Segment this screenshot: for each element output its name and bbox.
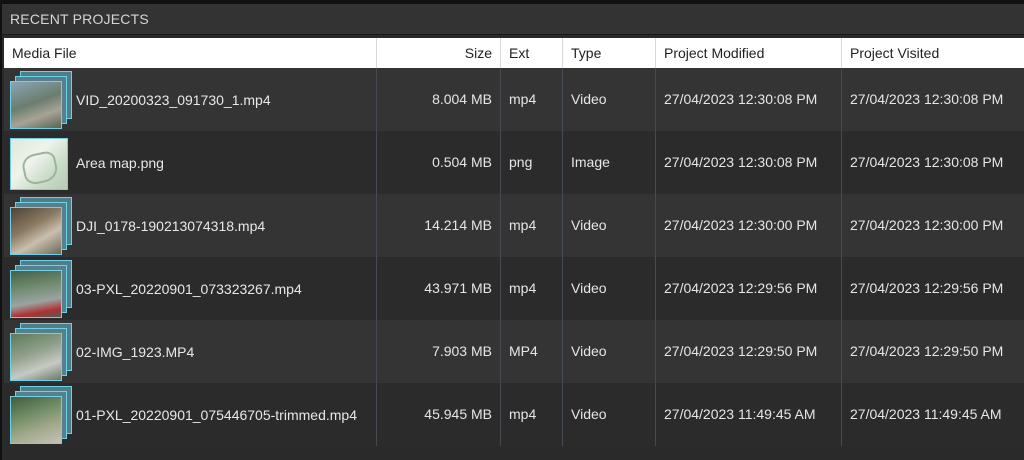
file-ext: mp4	[501, 68, 563, 131]
table-header: Media File Size Ext Type Project Modifie…	[4, 38, 1024, 68]
project-modified: 27/04/2023 12:30:08 PM	[656, 68, 842, 131]
file-type: Video	[563, 320, 656, 383]
project-visited: 27/04/2023 12:30:08 PM	[850, 91, 1004, 107]
project-visited: 27/04/2023 12:29:56 PM	[850, 280, 1004, 296]
file-size: 8.004 MB	[377, 68, 501, 131]
file-name: DJI_0178-190213074318.mp4	[76, 217, 266, 234]
file-size: 43.971 MB	[377, 257, 501, 320]
file-name: 01-PXL_20220901_075446705-trimmed.mp4	[76, 406, 357, 423]
project-modified: 27/04/2023 12:30:00 PM	[656, 194, 842, 257]
project-visited: 27/04/2023 12:29:50 PM	[850, 343, 1004, 359]
table-row[interactable]: DJI_0178-190213074318.mp4 14.214 MB mp4 …	[4, 194, 1024, 257]
video-stack-icon	[10, 70, 72, 129]
file-type: Image	[563, 131, 656, 194]
image-thumbnail-icon	[10, 134, 72, 192]
file-type: Video	[563, 383, 656, 446]
media-file-cell: VID_20200323_091730_1.mp4	[4, 68, 377, 131]
column-header-project-visited[interactable]: Project Visited	[842, 38, 1024, 68]
table-row[interactable]: Area map.png 0.504 MB png Image 27/04/20…	[4, 131, 1024, 194]
project-modified: 27/04/2023 12:29:50 PM	[656, 320, 842, 383]
column-header-ext[interactable]: Ext	[501, 38, 563, 68]
media-file-cell: 02-IMG_1923.MP4	[4, 320, 377, 383]
video-stack-icon	[10, 196, 72, 255]
file-type: Video	[563, 194, 656, 257]
media-file-cell: Area map.png	[4, 131, 377, 194]
media-file-cell: DJI_0178-190213074318.mp4	[4, 194, 377, 257]
file-ext: mp4	[501, 257, 563, 320]
column-header-type[interactable]: Type	[563, 38, 656, 68]
file-size: 0.504 MB	[377, 131, 501, 194]
recent-projects-panel: RECENT PROJECTS Media File Size Ext Type…	[0, 0, 1024, 460]
project-visited: 27/04/2023 12:30:00 PM	[850, 217, 1004, 233]
file-name: 03-PXL_20220901_073323267.mp4	[76, 280, 302, 297]
media-file-cell: 03-PXL_20220901_073323267.mp4	[4, 257, 377, 320]
table-row[interactable]: 01-PXL_20220901_075446705-trimmed.mp4 45…	[4, 383, 1024, 446]
column-header-size[interactable]: Size	[377, 38, 501, 68]
table-row[interactable]: 02-IMG_1923.MP4 7.903 MB MP4 Video 27/04…	[4, 320, 1024, 383]
video-stack-icon	[10, 322, 72, 381]
column-header-media-file[interactable]: Media File	[4, 38, 377, 68]
file-ext: mp4	[501, 194, 563, 257]
table-row[interactable]: 03-PXL_20220901_073323267.mp4 43.971 MB …	[4, 257, 1024, 320]
file-size: 14.214 MB	[377, 194, 501, 257]
file-size: 45.945 MB	[377, 383, 501, 446]
video-stack-icon	[10, 259, 72, 318]
file-ext: mp4	[501, 383, 563, 446]
project-visited: 27/04/2023 12:30:08 PM	[850, 154, 1004, 170]
panel-title: RECENT PROJECTS	[2, 4, 1024, 35]
media-file-cell: 01-PXL_20220901_075446705-trimmed.mp4	[4, 383, 377, 446]
file-ext: MP4	[501, 320, 563, 383]
file-name: Area map.png	[76, 154, 164, 171]
file-size: 7.903 MB	[377, 320, 501, 383]
file-name: VID_20200323_091730_1.mp4	[76, 91, 271, 108]
column-header-project-modified[interactable]: Project Modified	[656, 38, 842, 68]
file-name: 02-IMG_1923.MP4	[76, 343, 195, 360]
project-modified: 27/04/2023 12:30:08 PM	[656, 131, 842, 194]
video-stack-icon	[10, 385, 72, 444]
project-visited: 27/04/2023 11:49:45 AM	[850, 406, 1002, 422]
file-type: Video	[563, 68, 656, 131]
project-modified: 27/04/2023 12:29:56 PM	[656, 257, 842, 320]
table-row[interactable]: VID_20200323_091730_1.mp4 8.004 MB mp4 V…	[4, 68, 1024, 131]
file-type: Video	[563, 257, 656, 320]
project-list: VID_20200323_091730_1.mp4 8.004 MB mp4 V…	[4, 68, 1024, 460]
file-ext: png	[501, 131, 563, 194]
project-modified: 27/04/2023 11:49:45 AM	[656, 383, 842, 446]
